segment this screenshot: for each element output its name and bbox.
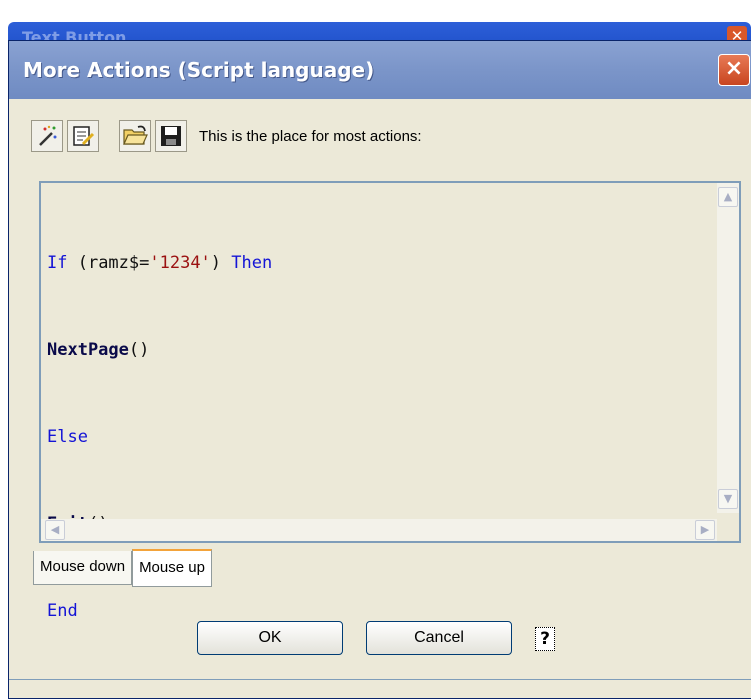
dialog-bottom-strip: [9, 679, 751, 698]
open-folder-icon: [123, 125, 148, 145]
event-tabs: Mouse down Mouse up: [33, 549, 212, 587]
scroll-right-button[interactable]: ▶: [695, 520, 715, 540]
tab-mouse-up[interactable]: Mouse up: [132, 549, 212, 587]
scroll-up-button[interactable]: ▲: [718, 187, 738, 207]
edit-script-button[interactable]: [67, 120, 99, 152]
script-editor[interactable]: If (ramz$='1234') Then NextPage() Else E…: [39, 181, 741, 621]
script-code[interactable]: If (ramz$='1234') Then NextPage() Else E…: [47, 191, 272, 684]
scroll-down-button[interactable]: ▼: [718, 489, 738, 509]
wizard-button[interactable]: [31, 120, 63, 152]
code-line: NextPage(): [47, 340, 150, 360]
dialog-title: More Actions (Script language): [23, 58, 375, 82]
scroll-left-button[interactable]: ◀: [45, 520, 65, 540]
toolbar-hint: This is the place for most actions:: [199, 127, 422, 145]
horizontal-scrollbar[interactable]: ◀ ▶: [41, 519, 719, 541]
help-icon[interactable]: ?: [535, 627, 555, 651]
save-disk-icon: [161, 126, 181, 146]
save-script-button[interactable]: [155, 120, 187, 152]
more-actions-dialog: More Actions (Script language) × This is…: [8, 40, 751, 699]
ok-button[interactable]: OK: [197, 621, 343, 655]
close-button[interactable]: ×: [718, 54, 750, 86]
dialog-titlebar: More Actions (Script language) ×: [9, 41, 751, 99]
open-script-button[interactable]: [119, 120, 151, 152]
tab-mouse-down[interactable]: Mouse down: [33, 551, 133, 585]
close-icon: ×: [724, 56, 744, 81]
wand-icon: [39, 125, 57, 146]
scrollbar-corner: [717, 519, 739, 541]
code-line: If (ramz$='1234') Then: [47, 253, 273, 273]
vertical-scrollbar[interactable]: ▲ ▼: [717, 183, 739, 513]
code-line: Else: [47, 427, 88, 447]
cancel-button[interactable]: Cancel: [366, 621, 512, 655]
script-toolbar: This is the place for most actions:: [31, 119, 422, 153]
edit-page-icon: [73, 126, 95, 146]
